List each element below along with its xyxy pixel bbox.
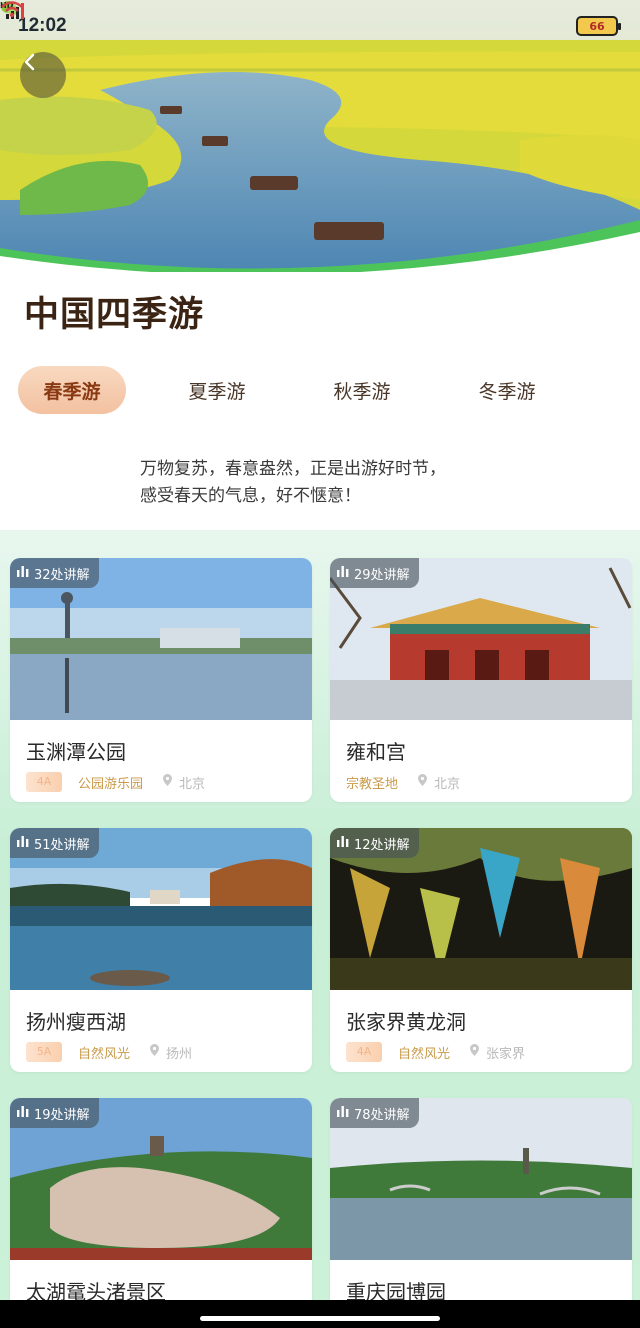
page-title: 中国四季游 [24,295,205,335]
tab-winter[interactable]: 冬季游 [453,366,561,414]
guide-count-text: 29处讲解 [354,567,410,583]
attraction-location: 北京 [163,773,205,792]
attraction-card-yuyuantan[interactable]: 32处讲解 玉渊潭公园 4A 公园游乐园 北京 [10,558,312,802]
attraction-category: 自然风光 [78,1046,131,1062]
location-pin-icon [418,774,428,790]
level-badge: 4A [346,1042,382,1062]
guide-count-badge: 29处讲解 [330,558,419,588]
location-text: 扬州 [166,1046,193,1062]
attraction-meta: 4A 自然风光 张家界 [346,1041,525,1063]
tab-spring[interactable]: 春季游 [18,366,126,414]
attraction-card-yonghegong[interactable]: 29处讲解 雍和宫 宗教圣地 北京 [330,558,632,802]
attraction-location: 北京 [418,773,460,792]
status-bar: 12:02 HD 66 [0,0,640,52]
attraction-card-yuanboyuan[interactable]: 78处讲解 重庆园博园 [330,1098,632,1328]
level-badge: 4A [26,772,62,792]
location-text: 北京 [434,776,461,792]
guide-count-badge: 78处讲解 [330,1098,419,1128]
intro-line-1: 万物复苏，春意盎然，正是出游好时节， [140,459,446,479]
home-indicator[interactable] [200,1316,440,1321]
location-pin-icon [163,774,173,790]
level-badge: 5A [26,1042,62,1062]
attraction-name: 玉渊潭公园 [26,740,126,764]
bar-chart-icon [337,1105,349,1121]
attraction-card-shouxihu[interactable]: 51处讲解 扬州瘦西湖 5A 自然风光 扬州 [10,828,312,1072]
guide-count-text: 12处讲解 [354,837,410,853]
attraction-meta: 4A 公园游乐园 北京 [26,771,205,793]
bar-chart-icon [17,565,29,581]
tab-autumn[interactable]: 秋季游 [308,366,416,414]
status-left: 12:02 [1,1,79,37]
bar-chart-icon [337,565,349,581]
status-right: HD 66 [0,1,621,36]
attraction-name: 扬州瘦西湖 [26,1010,126,1034]
guide-count-badge: 32处讲解 [10,558,99,588]
battery-icon: 66 [576,16,621,36]
attraction-location: 张家界 [470,1043,525,1062]
guide-count-text: 51处讲解 [34,837,90,853]
location-text: 张家界 [486,1046,526,1062]
location-text: 北京 [179,776,206,792]
bar-chart-icon [337,835,349,851]
attraction-category: 宗教圣地 [346,776,399,792]
location-pin-icon [470,1044,480,1060]
attraction-name: 雍和宫 [346,740,406,764]
bar-chart-icon [17,835,29,851]
attraction-category: 公园游乐园 [78,776,144,792]
guide-count-text: 78处讲解 [354,1107,410,1123]
guide-count-text: 19处讲解 [34,1107,90,1123]
back-button[interactable] [20,52,66,98]
attraction-meta: 5A 自然风光 扬州 [26,1041,192,1063]
guide-count-badge: 19处讲解 [10,1098,99,1128]
attraction-card-yuantouzhu[interactable]: 19处讲解 太湖鼋头渚景区 [10,1098,312,1328]
attraction-meta: 宗教圣地 北京 [346,771,460,793]
intro-line-2: 感受春天的气息，好不惬意！ [140,486,361,506]
season-tabs: 春季游 夏季游 秋季游 冬季游 [18,366,622,414]
tab-summer[interactable]: 夏季游 [163,366,271,414]
attraction-card-huanglongdong[interactable]: 12处讲解 张家界黄龙洞 4A 自然风光 张家界 [330,828,632,1072]
attraction-location: 扬州 [150,1043,192,1062]
location-pin-icon [150,1044,160,1060]
attraction-category: 自然风光 [398,1046,451,1062]
hero-banner: 12:02 HD 66 [0,0,640,272]
guide-count-badge: 12处讲解 [330,828,419,858]
guide-count-text: 32处讲解 [34,567,90,583]
bar-chart-icon [17,1105,29,1121]
season-intro: 万物复苏，春意盎然，正是出游好时节， 感受春天的气息，好不惬意！ [140,456,520,510]
system-nav-bar [0,1300,640,1328]
guide-count-badge: 51处讲解 [10,828,99,858]
attraction-name: 张家界黄龙洞 [346,1010,466,1034]
